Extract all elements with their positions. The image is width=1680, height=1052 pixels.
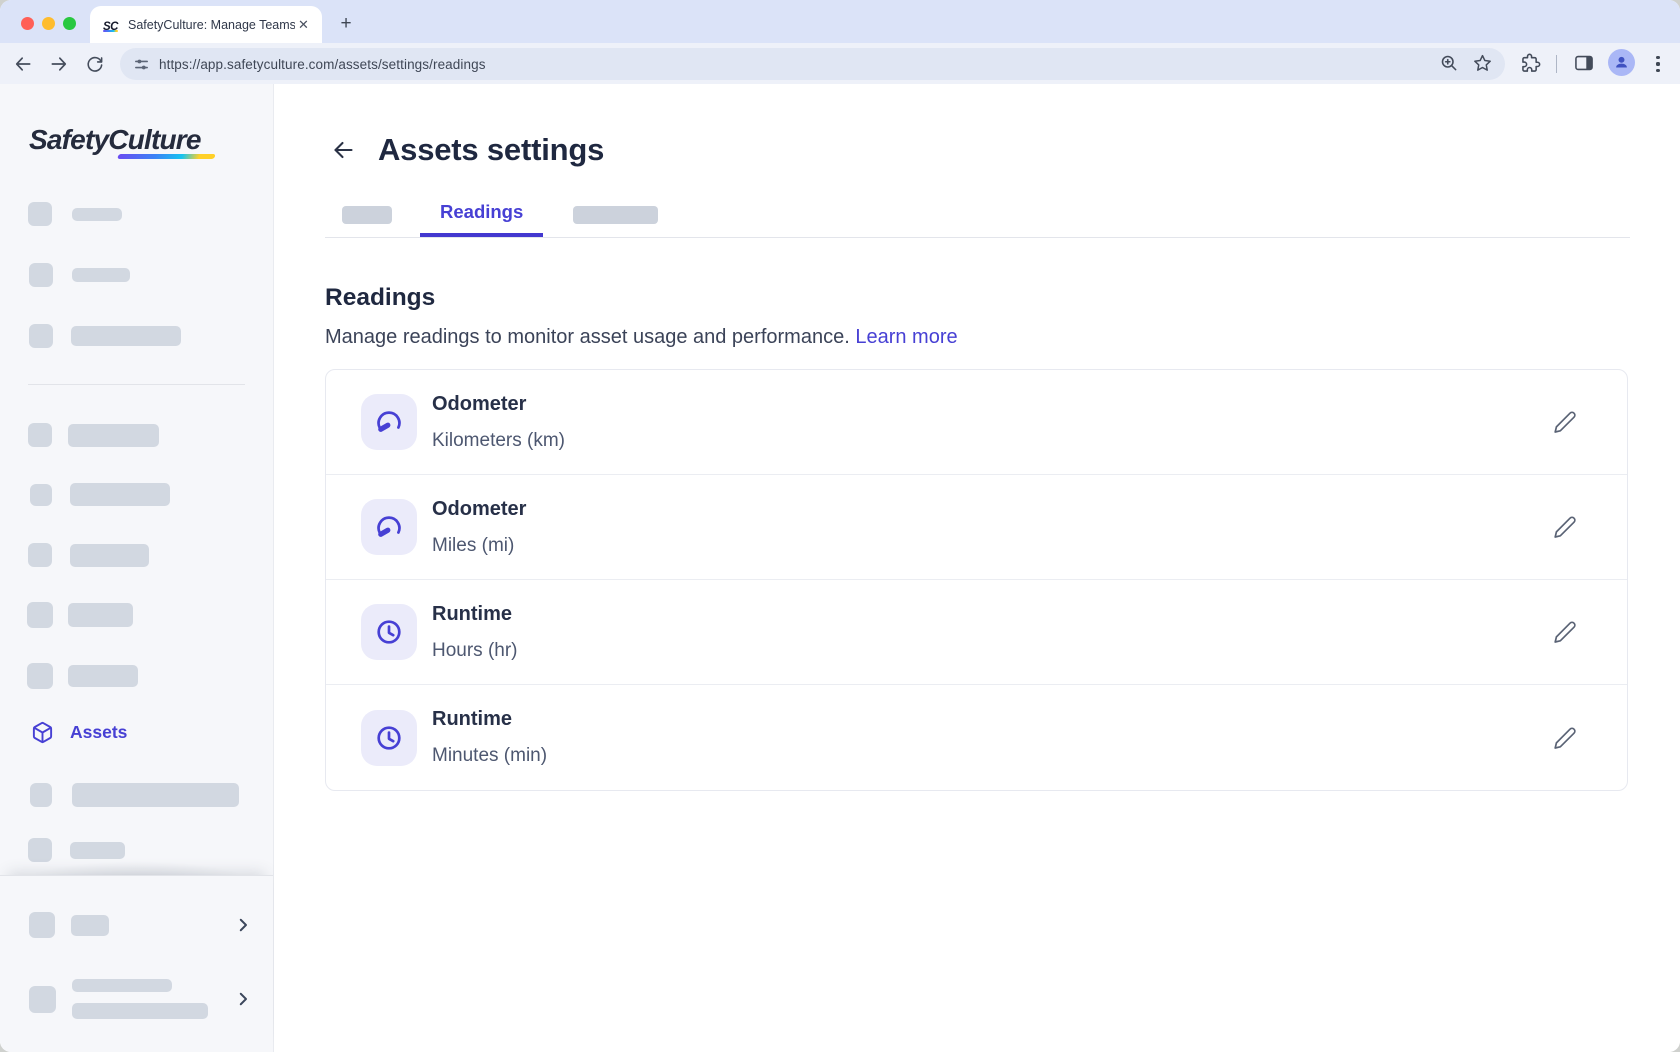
address-bar[interactable]: https://app.safetyculture.com/assets/set… <box>120 48 1505 80</box>
sidebar-skeleton-item <box>27 663 138 689</box>
edit-pencil-button[interactable] <box>1552 725 1578 751</box>
sidebar: SafetyCulture <box>0 84 274 1052</box>
reading-unit: Miles (mi) <box>432 535 1552 557</box>
reading-unit: Hours (hr) <box>432 640 1552 662</box>
sidebar-skeleton-item <box>28 543 149 567</box>
page-title: Assets settings <box>378 132 604 168</box>
profile-avatar[interactable] <box>1608 49 1635 76</box>
minimize-window-button[interactable] <box>42 17 55 30</box>
clock-icon <box>361 604 417 660</box>
reading-name: Odometer <box>432 393 1552 416</box>
edit-pencil-button[interactable] <box>1552 514 1578 540</box>
reading-name: Runtime <box>432 708 1552 731</box>
toolbar-separator <box>1556 55 1557 73</box>
reading-unit: Minutes (min) <box>432 745 1552 767</box>
section-heading: Readings <box>325 284 1630 312</box>
new-tab-button[interactable]: + <box>334 13 358 37</box>
chevron-right-icon <box>234 916 252 934</box>
logo-gradient-underline <box>117 154 215 159</box>
back-icon[interactable] <box>10 51 35 76</box>
gauge-icon <box>361 499 417 555</box>
tab-skeleton[interactable] <box>342 206 392 224</box>
sidebar-skeleton-item <box>30 783 239 807</box>
bookmark-star-icon[interactable] <box>1472 53 1494 75</box>
edit-pencil-button[interactable] <box>1552 619 1578 645</box>
back-arrow-button[interactable] <box>328 135 358 165</box>
safetyculture-favicon-icon: SC <box>103 17 120 33</box>
side-panel-icon[interactable] <box>1573 52 1597 76</box>
safetyculture-logo: SafetyCulture <box>29 124 229 162</box>
chevron-right-icon <box>234 990 252 1008</box>
sidebar-scroll-fade <box>0 849 273 875</box>
sidebar-skeleton-item <box>29 263 130 287</box>
section-description: Manage readings to monitor asset usage a… <box>325 326 1630 349</box>
sidebar-skeleton-item <box>29 324 181 348</box>
browser-menu-icon[interactable] <box>1650 52 1666 76</box>
sidebar-skeleton-item <box>27 602 133 628</box>
reading-unit: Kilometers (km) <box>432 430 1552 452</box>
settings-tabs: Readings <box>325 203 1630 238</box>
sidebar-item-label: Assets <box>70 722 127 743</box>
zoom-window-button[interactable] <box>63 17 76 30</box>
tab-close-icon[interactable]: ✕ <box>295 16 312 33</box>
gauge-icon <box>361 394 417 450</box>
tab-readings[interactable]: Readings <box>420 201 543 237</box>
tab-skeleton[interactable] <box>573 206 658 224</box>
learn-more-link[interactable]: Learn more <box>855 326 957 348</box>
url-text[interactable]: https://app.safetyculture.com/assets/set… <box>159 57 486 72</box>
reading-row: Runtime Hours (hr) <box>326 580 1627 685</box>
sidebar-bottom-item[interactable] <box>29 912 252 938</box>
cube-icon <box>31 721 54 744</box>
reading-row: Runtime Minutes (min) <box>326 685 1627 790</box>
sidebar-divider <box>28 384 245 385</box>
reading-name: Runtime <box>432 603 1552 626</box>
readings-list: Odometer Kilometers (km) Odometer <box>325 369 1628 791</box>
sidebar-bottom-panel <box>0 875 273 1052</box>
browser-toolbar: https://app.safetyculture.com/assets/set… <box>0 43 1680 84</box>
clock-icon <box>361 710 417 766</box>
sidebar-item-assets[interactable]: Assets <box>31 721 127 744</box>
close-window-button[interactable] <box>21 17 34 30</box>
browser-window: SC SafetyCulture: Manage Teams and... ✕ … <box>0 0 1680 1052</box>
sidebar-skeleton-item <box>28 202 122 226</box>
sidebar-skeleton-item <box>30 483 170 506</box>
forward-icon[interactable] <box>46 51 71 76</box>
reading-row: Odometer Kilometers (km) <box>326 370 1627 475</box>
browser-tabstrip: SC SafetyCulture: Manage Teams and... ✕ … <box>0 0 1680 43</box>
main-content: Assets settings Readings Readings Manage… <box>274 84 1680 1052</box>
sidebar-bottom-item[interactable] <box>29 979 252 1019</box>
browser-tab[interactable]: SC SafetyCulture: Manage Teams and... ✕ <box>90 6 322 43</box>
reading-row: Odometer Miles (mi) <box>326 475 1627 580</box>
reading-name: Odometer <box>432 498 1552 521</box>
site-settings-icon[interactable] <box>133 56 150 73</box>
reload-icon[interactable] <box>82 51 107 76</box>
tab-title: SafetyCulture: Manage Teams and... <box>128 18 295 32</box>
extensions-icon[interactable] <box>1519 52 1543 76</box>
edit-pencil-button[interactable] <box>1552 409 1578 435</box>
zoom-page-icon[interactable] <box>1439 53 1461 75</box>
sidebar-skeleton-item <box>28 423 159 447</box>
